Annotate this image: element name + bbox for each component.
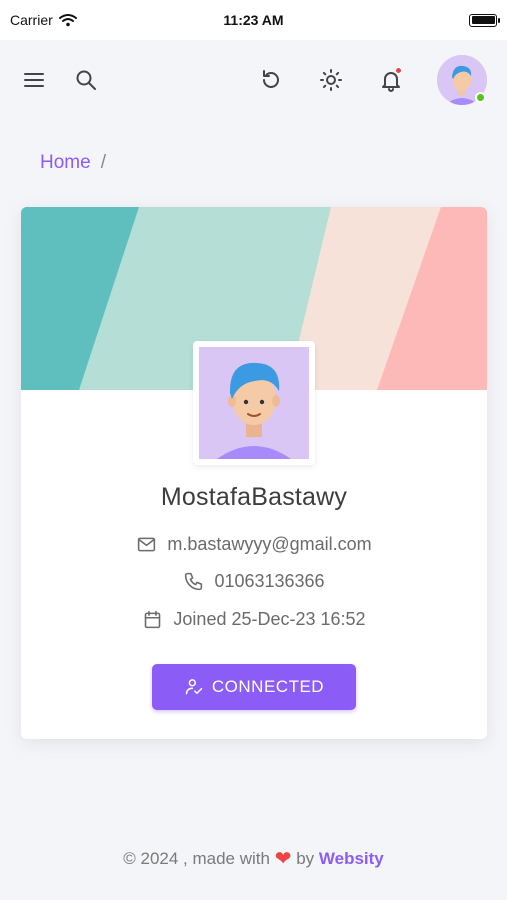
search-icon[interactable] [72, 66, 100, 94]
calendar-icon [145, 610, 161, 629]
phone-row: 01063136366 [21, 571, 487, 592]
connected-button-label: CONNECTED [211, 677, 325, 696]
battery-icon [469, 13, 500, 27]
connected-button[interactable]: CONNECTED [152, 664, 356, 710]
user-avatar-button[interactable] [437, 55, 487, 105]
status-left: Carrier [10, 12, 77, 28]
profile-picture [193, 341, 315, 465]
breadcrumb-home-link[interactable]: Home [40, 152, 91, 174]
wifi-icon [58, 14, 77, 27]
refresh-icon[interactable] [257, 66, 285, 94]
email-row: m.bastawyyy@gmail.com [21, 534, 487, 555]
sun-icon[interactable] [317, 66, 345, 94]
mail-icon [138, 537, 156, 552]
footer-by: by [296, 849, 315, 868]
phone-icon [185, 572, 203, 591]
online-status-dot [475, 92, 486, 103]
profile-email: m.bastawyyy@gmail.com [167, 534, 372, 554]
profile-joined: Joined 25-Dec-23 16:52 [173, 609, 366, 629]
carrier-label: Carrier [10, 12, 53, 28]
breadcrumb: Home / [40, 152, 106, 174]
hamburger-menu-icon[interactable] [20, 66, 48, 94]
user-check-icon [185, 679, 203, 695]
notification-dot [395, 67, 402, 74]
profile-name: MostafaBastawy [160, 483, 348, 511]
profile-phone: 01063136366 [214, 571, 325, 591]
profile-card: MostafaBastawy m.bastawyyy@gmail.com 010… [21, 207, 487, 739]
heart-icon: ❤ [274, 848, 292, 870]
footer: © 2024 , made with ❤ by Websity [0, 846, 507, 871]
navbar-left [20, 66, 100, 94]
top-navbar [0, 40, 507, 120]
breadcrumb-separator: / [100, 152, 106, 173]
footer-brand-link[interactable]: Websity [319, 849, 384, 868]
navbar-right [257, 55, 487, 105]
bell-icon[interactable] [377, 66, 405, 94]
status-bar: Carrier 11:23 AM [0, 0, 507, 40]
footer-copyright: © 2024 , made with [123, 849, 270, 868]
joined-row: Joined 25-Dec-23 16:52 [21, 609, 487, 630]
